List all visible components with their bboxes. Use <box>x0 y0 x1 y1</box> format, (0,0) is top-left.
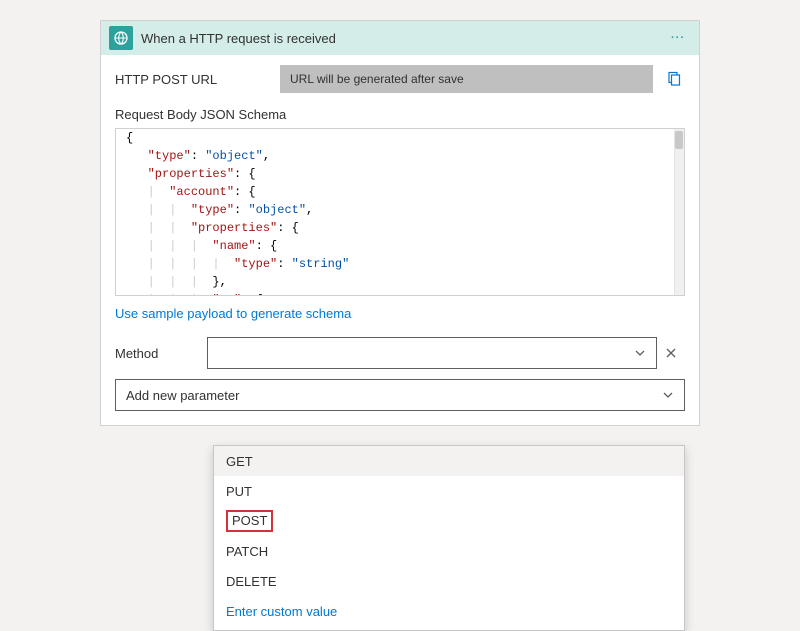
copy-url-button[interactable] <box>663 71 685 87</box>
method-dropdown-menu: GET PUT POST PATCH DELETE Enter custom v… <box>213 445 685 631</box>
globe-icon <box>109 26 133 50</box>
url-row: HTTP POST URL URL will be generated afte… <box>115 65 685 93</box>
method-option-custom[interactable]: Enter custom value <box>214 596 684 626</box>
schema-scrollbar[interactable] <box>674 129 684 295</box>
url-readonly-field: URL will be generated after save <box>280 65 653 93</box>
method-dropdown[interactable] <box>207 337 657 369</box>
schema-editor[interactable]: { "type": "object", "properties": { | "a… <box>115 128 685 296</box>
code-token: "ID" <box>212 293 241 296</box>
close-icon <box>665 347 677 359</box>
code-token: "string" <box>292 257 350 271</box>
code-token: { <box>126 131 133 145</box>
method-row: Method <box>115 337 685 369</box>
option-label: GET <box>226 454 253 469</box>
card-title: When a HTTP request is received <box>141 31 665 46</box>
sample-payload-link[interactable]: Use sample payload to generate schema <box>115 306 351 321</box>
chevron-down-icon <box>662 389 674 401</box>
method-option-delete[interactable]: DELETE <box>214 566 684 596</box>
option-label: PATCH <box>226 544 268 559</box>
code-token: "object" <box>248 203 306 217</box>
method-option-get[interactable]: GET <box>214 446 684 476</box>
chevron-down-icon <box>634 347 646 359</box>
trigger-card: When a HTTP request is received ··· HTTP… <box>100 20 700 426</box>
add-parameter-dropdown[interactable]: Add new parameter <box>115 379 685 411</box>
code-token: "type" <box>191 203 234 217</box>
code-token: "properties" <box>148 167 234 181</box>
card-body: HTTP POST URL URL will be generated afte… <box>101 55 699 425</box>
option-label: PUT <box>226 484 252 499</box>
copy-icon <box>666 71 682 87</box>
code-token: "account" <box>169 185 234 199</box>
code-token: "type" <box>148 149 191 163</box>
option-label: POST <box>226 510 273 532</box>
schema-label: Request Body JSON Schema <box>115 107 685 122</box>
method-option-post[interactable]: POST <box>214 506 684 536</box>
url-label: HTTP POST URL <box>115 72 280 87</box>
option-label: Enter custom value <box>226 604 337 619</box>
card-menu-button[interactable]: ··· <box>665 32 691 44</box>
method-option-put[interactable]: PUT <box>214 476 684 506</box>
method-clear-button[interactable] <box>665 347 685 359</box>
method-option-patch[interactable]: PATCH <box>214 536 684 566</box>
code-token: "type" <box>234 257 277 271</box>
option-label: DELETE <box>226 574 277 589</box>
code-token: "name" <box>212 239 255 253</box>
code-token: "properties" <box>191 221 277 235</box>
add-parameter-label: Add new parameter <box>126 388 239 403</box>
card-header[interactable]: When a HTTP request is received ··· <box>101 21 699 55</box>
code-token: }, <box>212 275 226 289</box>
method-label: Method <box>115 346 199 361</box>
scrollbar-thumb[interactable] <box>675 131 683 149</box>
code-token: "object" <box>205 149 263 163</box>
add-param-row: Add new parameter <box>115 379 685 411</box>
